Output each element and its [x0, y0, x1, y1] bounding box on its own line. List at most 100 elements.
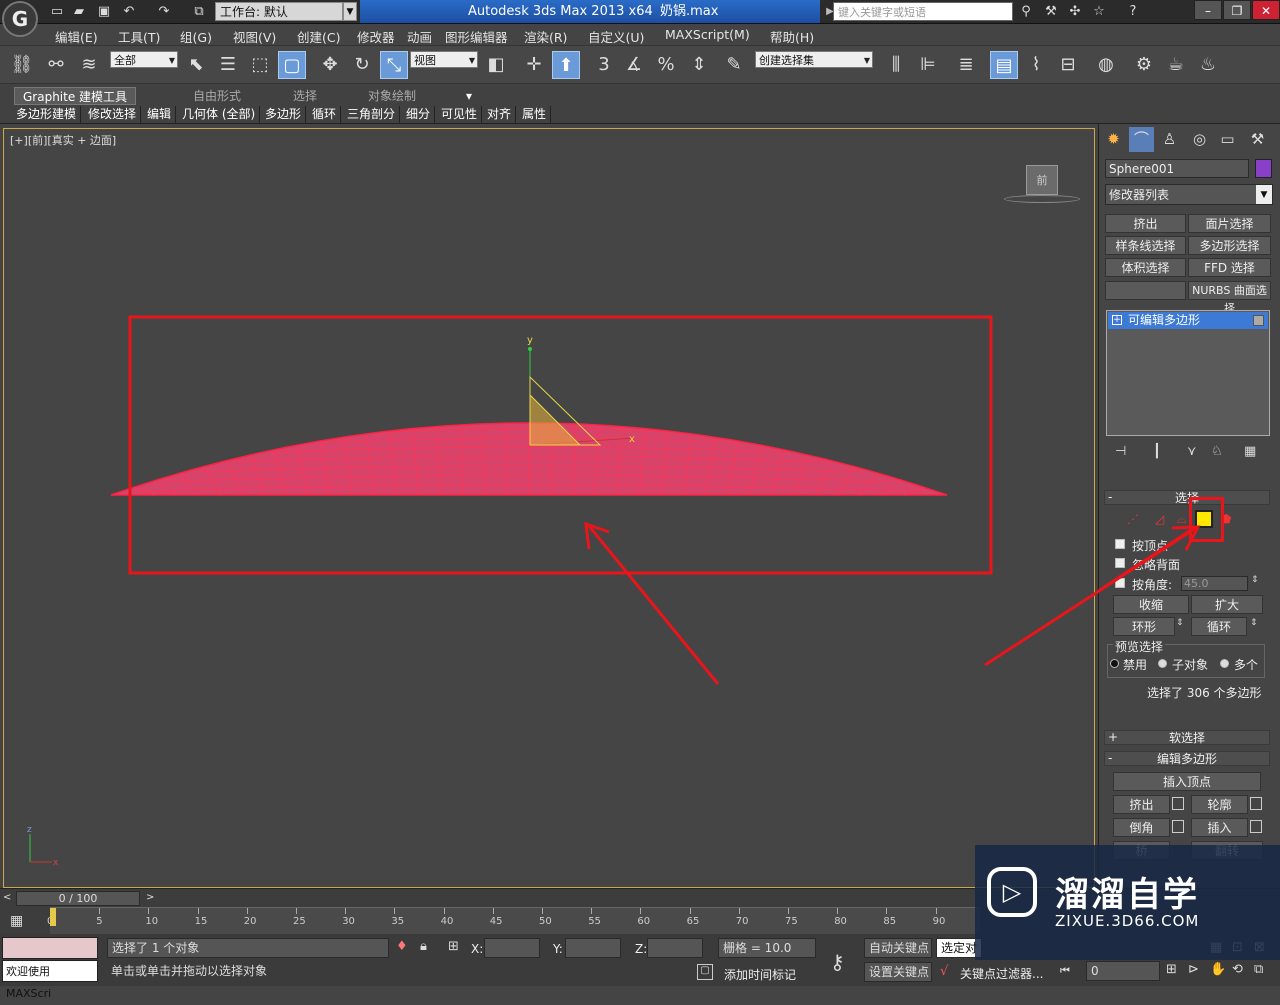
communication-icon[interactable]: ✣: [1066, 3, 1084, 21]
preview-disabled-radio[interactable]: [1110, 659, 1119, 668]
render-production-icon[interactable]: ♨: [1194, 51, 1222, 79]
panel-properties[interactable]: 属性: [518, 106, 552, 123]
select-by-name-icon[interactable]: ☰: [214, 51, 242, 79]
orbit-icon[interactable]: ⟲: [1232, 962, 1243, 977]
border-mode-icon[interactable]: ⌓: [1177, 512, 1187, 527]
open-file-icon[interactable]: ▰: [70, 3, 88, 21]
angle-snap-icon[interactable]: ∡: [620, 51, 648, 79]
search-input[interactable]: 键入关键字或短语: [833, 2, 1013, 21]
loop-button[interactable]: 循环: [1191, 617, 1247, 636]
panel-geometry-all[interactable]: 几何体 (全部): [178, 106, 261, 123]
by-vertex-checkbox[interactable]: [1115, 539, 1125, 549]
stack-item-toggle[interactable]: [1253, 315, 1264, 326]
curve-editor-icon[interactable]: ⌇: [1022, 51, 1050, 79]
auto-key-button[interactable]: 自动关键点: [864, 938, 932, 958]
expand-plus-icon[interactable]: +: [1112, 315, 1122, 325]
select-scale-icon[interactable]: ⤡: [380, 51, 408, 79]
panel-tris[interactable]: 三角剖分: [343, 106, 401, 123]
panel-modify-selection[interactable]: 修改选择: [84, 106, 142, 123]
modifier-ffd-select-button[interactable]: FFD 选择: [1188, 258, 1271, 277]
preview-multi-radio[interactable]: [1220, 659, 1229, 668]
timeline-track[interactable]: 051015202530354045505560657075808590: [47, 907, 980, 935]
ring-spinner-icon[interactable]: ⇕: [1176, 618, 1184, 628]
redo-icon[interactable]: ↷: [155, 3, 173, 21]
rollout-soft-selection[interactable]: + 软选择: [1104, 730, 1270, 745]
add-time-tag[interactable]: 添加时间标记: [724, 966, 796, 983]
modifier-list-dropdown[interactable]: 修改器列表 ▼: [1105, 184, 1273, 205]
object-color-swatch[interactable]: [1255, 159, 1272, 178]
pan-view-icon[interactable]: ✋: [1210, 962, 1226, 977]
panel-loops[interactable]: 循环: [308, 106, 342, 123]
binoculars-icon[interactable]: ⚲: [1017, 3, 1035, 21]
tab-object-paint[interactable]: 对象绘制: [360, 87, 424, 105]
loop-spinner-icon[interactable]: ⇕: [1250, 618, 1258, 628]
sphere-mesh[interactable]: [110, 422, 948, 496]
mirror-icon[interactable]: ⫼: [882, 51, 910, 79]
set-key-button[interactable]: 设置关键点: [864, 962, 932, 982]
graphite-toggle-icon[interactable]: ▤: [990, 51, 1018, 79]
menu-modifiers[interactable]: 修改器: [357, 27, 395, 46]
utilities-tab-icon[interactable]: ⚒: [1245, 127, 1270, 152]
angle-spinner-arrows[interactable]: ⇕: [1251, 575, 1259, 585]
menu-customize[interactable]: 自定义(U): [588, 27, 644, 46]
percent-snap-icon[interactable]: %: [652, 51, 680, 79]
ignore-backfacing-checkbox[interactable]: [1115, 558, 1125, 568]
close-button[interactable]: ✕: [1252, 0, 1280, 20]
select-rotate-icon[interactable]: ↻: [348, 51, 376, 79]
panel-subdivision[interactable]: 细分: [402, 106, 436, 123]
create-tab-icon[interactable]: ✹: [1101, 127, 1126, 152]
modifier-volume-select-button[interactable]: 体积选择: [1105, 258, 1186, 277]
menu-help[interactable]: 帮助(H): [770, 27, 814, 46]
time-prev-icon[interactable]: <: [3, 892, 11, 903]
select-object-icon[interactable]: ⬉: [182, 51, 210, 79]
zoom-extents-icon[interactable]: ⊞: [1166, 962, 1177, 977]
menu-tools[interactable]: 工具(T): [118, 27, 160, 46]
angle-spinner-input[interactable]: 45.0: [1181, 576, 1248, 591]
material-editor-icon[interactable]: ◍: [1092, 51, 1120, 79]
window-crossing-icon[interactable]: ▢: [278, 51, 306, 79]
menu-views[interactable]: 视图(V): [233, 27, 276, 46]
tab-graphite-modeling[interactable]: Graphite 建模工具: [14, 87, 137, 105]
motion-tab-icon[interactable]: ◎: [1187, 127, 1212, 152]
hierarchy-tab-icon[interactable]: ♙: [1157, 127, 1182, 152]
time-next-icon[interactable]: >: [146, 892, 154, 903]
set-key-icon[interactable]: ⚷: [830, 950, 845, 974]
modify-tab-icon[interactable]: ⌒: [1129, 127, 1154, 152]
z-coord-input[interactable]: [647, 938, 703, 958]
minimize-button[interactable]: –: [1194, 0, 1222, 20]
configure-modifier-sets-icon[interactable]: ▦: [1244, 444, 1256, 459]
x-coord-input[interactable]: [484, 938, 540, 958]
object-name-field[interactable]: Sphere001: [1105, 159, 1249, 178]
go-to-start-icon[interactable]: ⏮: [1060, 964, 1070, 978]
display-tab-icon[interactable]: ▭: [1215, 127, 1240, 152]
isolate-icon[interactable]: ♦: [396, 939, 408, 954]
favorites-star-icon[interactable]: ☆: [1090, 3, 1108, 21]
vertex-mode-icon[interactable]: ⋰: [1127, 512, 1139, 526]
menu-group[interactable]: 组(G): [180, 27, 212, 46]
modifier-patch-select-button[interactable]: 面片选择: [1188, 214, 1271, 233]
workspace-dropdown[interactable]: 工作台: 默认: [215, 2, 343, 21]
spinner-snap-icon[interactable]: ⇕: [685, 51, 713, 79]
maxscript-mini-listener[interactable]: 欢迎使用 MAXScri: [2, 960, 98, 1000]
preview-subobject-radio[interactable]: [1158, 659, 1167, 668]
maximize-viewport-icon[interactable]: ⧉: [1254, 962, 1263, 977]
align-icon[interactable]: ⊫: [914, 51, 942, 79]
show-end-result-icon[interactable]: ┃: [1153, 444, 1161, 459]
unlink-icon[interactable]: ⚯: [42, 51, 70, 79]
save-icon[interactable]: ▣: [95, 3, 113, 21]
rectangle-selection-icon[interactable]: ⬚: [246, 51, 274, 79]
lock-selection-icon[interactable]: 🔒︎: [420, 939, 427, 954]
panel-align[interactable]: 对齐: [483, 106, 517, 123]
tab-selection[interactable]: 选择: [285, 87, 325, 105]
menu-edit[interactable]: 编辑(E): [55, 27, 98, 46]
bevel-button[interactable]: 倒角: [1113, 818, 1170, 837]
maxscript-listener-pink[interactable]: [2, 937, 98, 959]
shrink-button[interactable]: 收缩: [1113, 595, 1189, 614]
link-icon[interactable]: ⛓: [8, 51, 36, 79]
panel-polygon-modeling[interactable]: 多边形建模: [12, 106, 82, 123]
select-move-icon[interactable]: ✥: [316, 51, 344, 79]
undo-icon[interactable]: ↶: [120, 3, 138, 21]
pivot-center-icon[interactable]: ◧: [482, 51, 510, 79]
timeline-current-frame-marker[interactable]: [50, 908, 56, 926]
time-tag-icon[interactable]: ▢: [697, 964, 713, 980]
